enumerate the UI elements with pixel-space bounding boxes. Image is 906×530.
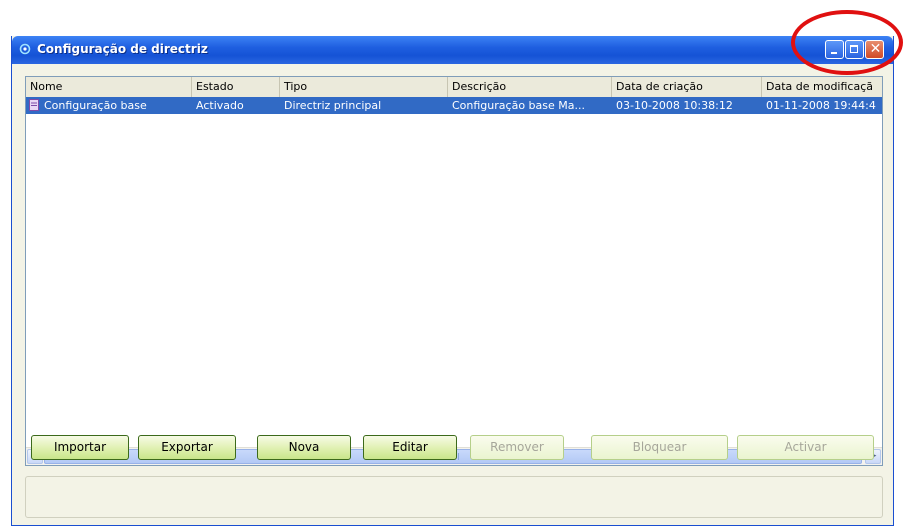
- export-button[interactable]: Exportar: [138, 435, 236, 460]
- row-type: Directriz principal: [280, 97, 448, 114]
- policy-document-icon: [29, 99, 39, 111]
- minimize-icon: [831, 52, 837, 54]
- actions-groupbox: [25, 476, 883, 518]
- column-header-data-modificacao[interactable]: Data de modificaçã: [762, 77, 882, 97]
- remove-button[interactable]: Remover: [470, 435, 564, 460]
- lock-button[interactable]: Bloquear: [591, 435, 728, 460]
- column-header-estado[interactable]: Estado: [192, 77, 280, 97]
- column-header-tipo[interactable]: Tipo: [280, 77, 448, 97]
- import-button[interactable]: Importar: [31, 435, 129, 460]
- app-icon: [19, 43, 31, 55]
- edit-button[interactable]: Editar: [363, 435, 457, 460]
- row-created: 03-10-2008 10:38:12: [612, 97, 762, 114]
- column-header-nome[interactable]: Nome: [26, 77, 192, 97]
- policy-list[interactable]: Nome Estado Tipo Descrição Data de criaç…: [25, 76, 883, 466]
- row-modified: 01-11-2008 19:44:4: [762, 97, 882, 114]
- column-header-descricao[interactable]: Descrição: [448, 77, 612, 97]
- title-bar[interactable]: Configuração de directriz ✕: [12, 36, 893, 64]
- list-header: Nome Estado Tipo Descrição Data de criaç…: [26, 77, 882, 98]
- column-header-data-criacao[interactable]: Data de criação: [612, 77, 762, 97]
- maximize-icon: [850, 45, 858, 53]
- row-description: Configuração base Ma...: [448, 97, 612, 114]
- close-button[interactable]: ✕: [865, 40, 884, 59]
- row-name: Configuração base: [44, 99, 147, 112]
- new-button[interactable]: Nova: [257, 435, 351, 460]
- activate-button[interactable]: Activar: [737, 435, 874, 460]
- maximize-button[interactable]: [845, 40, 864, 59]
- row-state: Activado: [192, 97, 280, 114]
- cell-name: Configuração base: [26, 97, 192, 114]
- window-title: Configuração de directriz: [37, 42, 208, 56]
- table-row[interactable]: Configuração base Activado Directriz pri…: [26, 97, 882, 114]
- close-icon: ✕: [869, 41, 882, 57]
- minimize-button[interactable]: [825, 40, 844, 59]
